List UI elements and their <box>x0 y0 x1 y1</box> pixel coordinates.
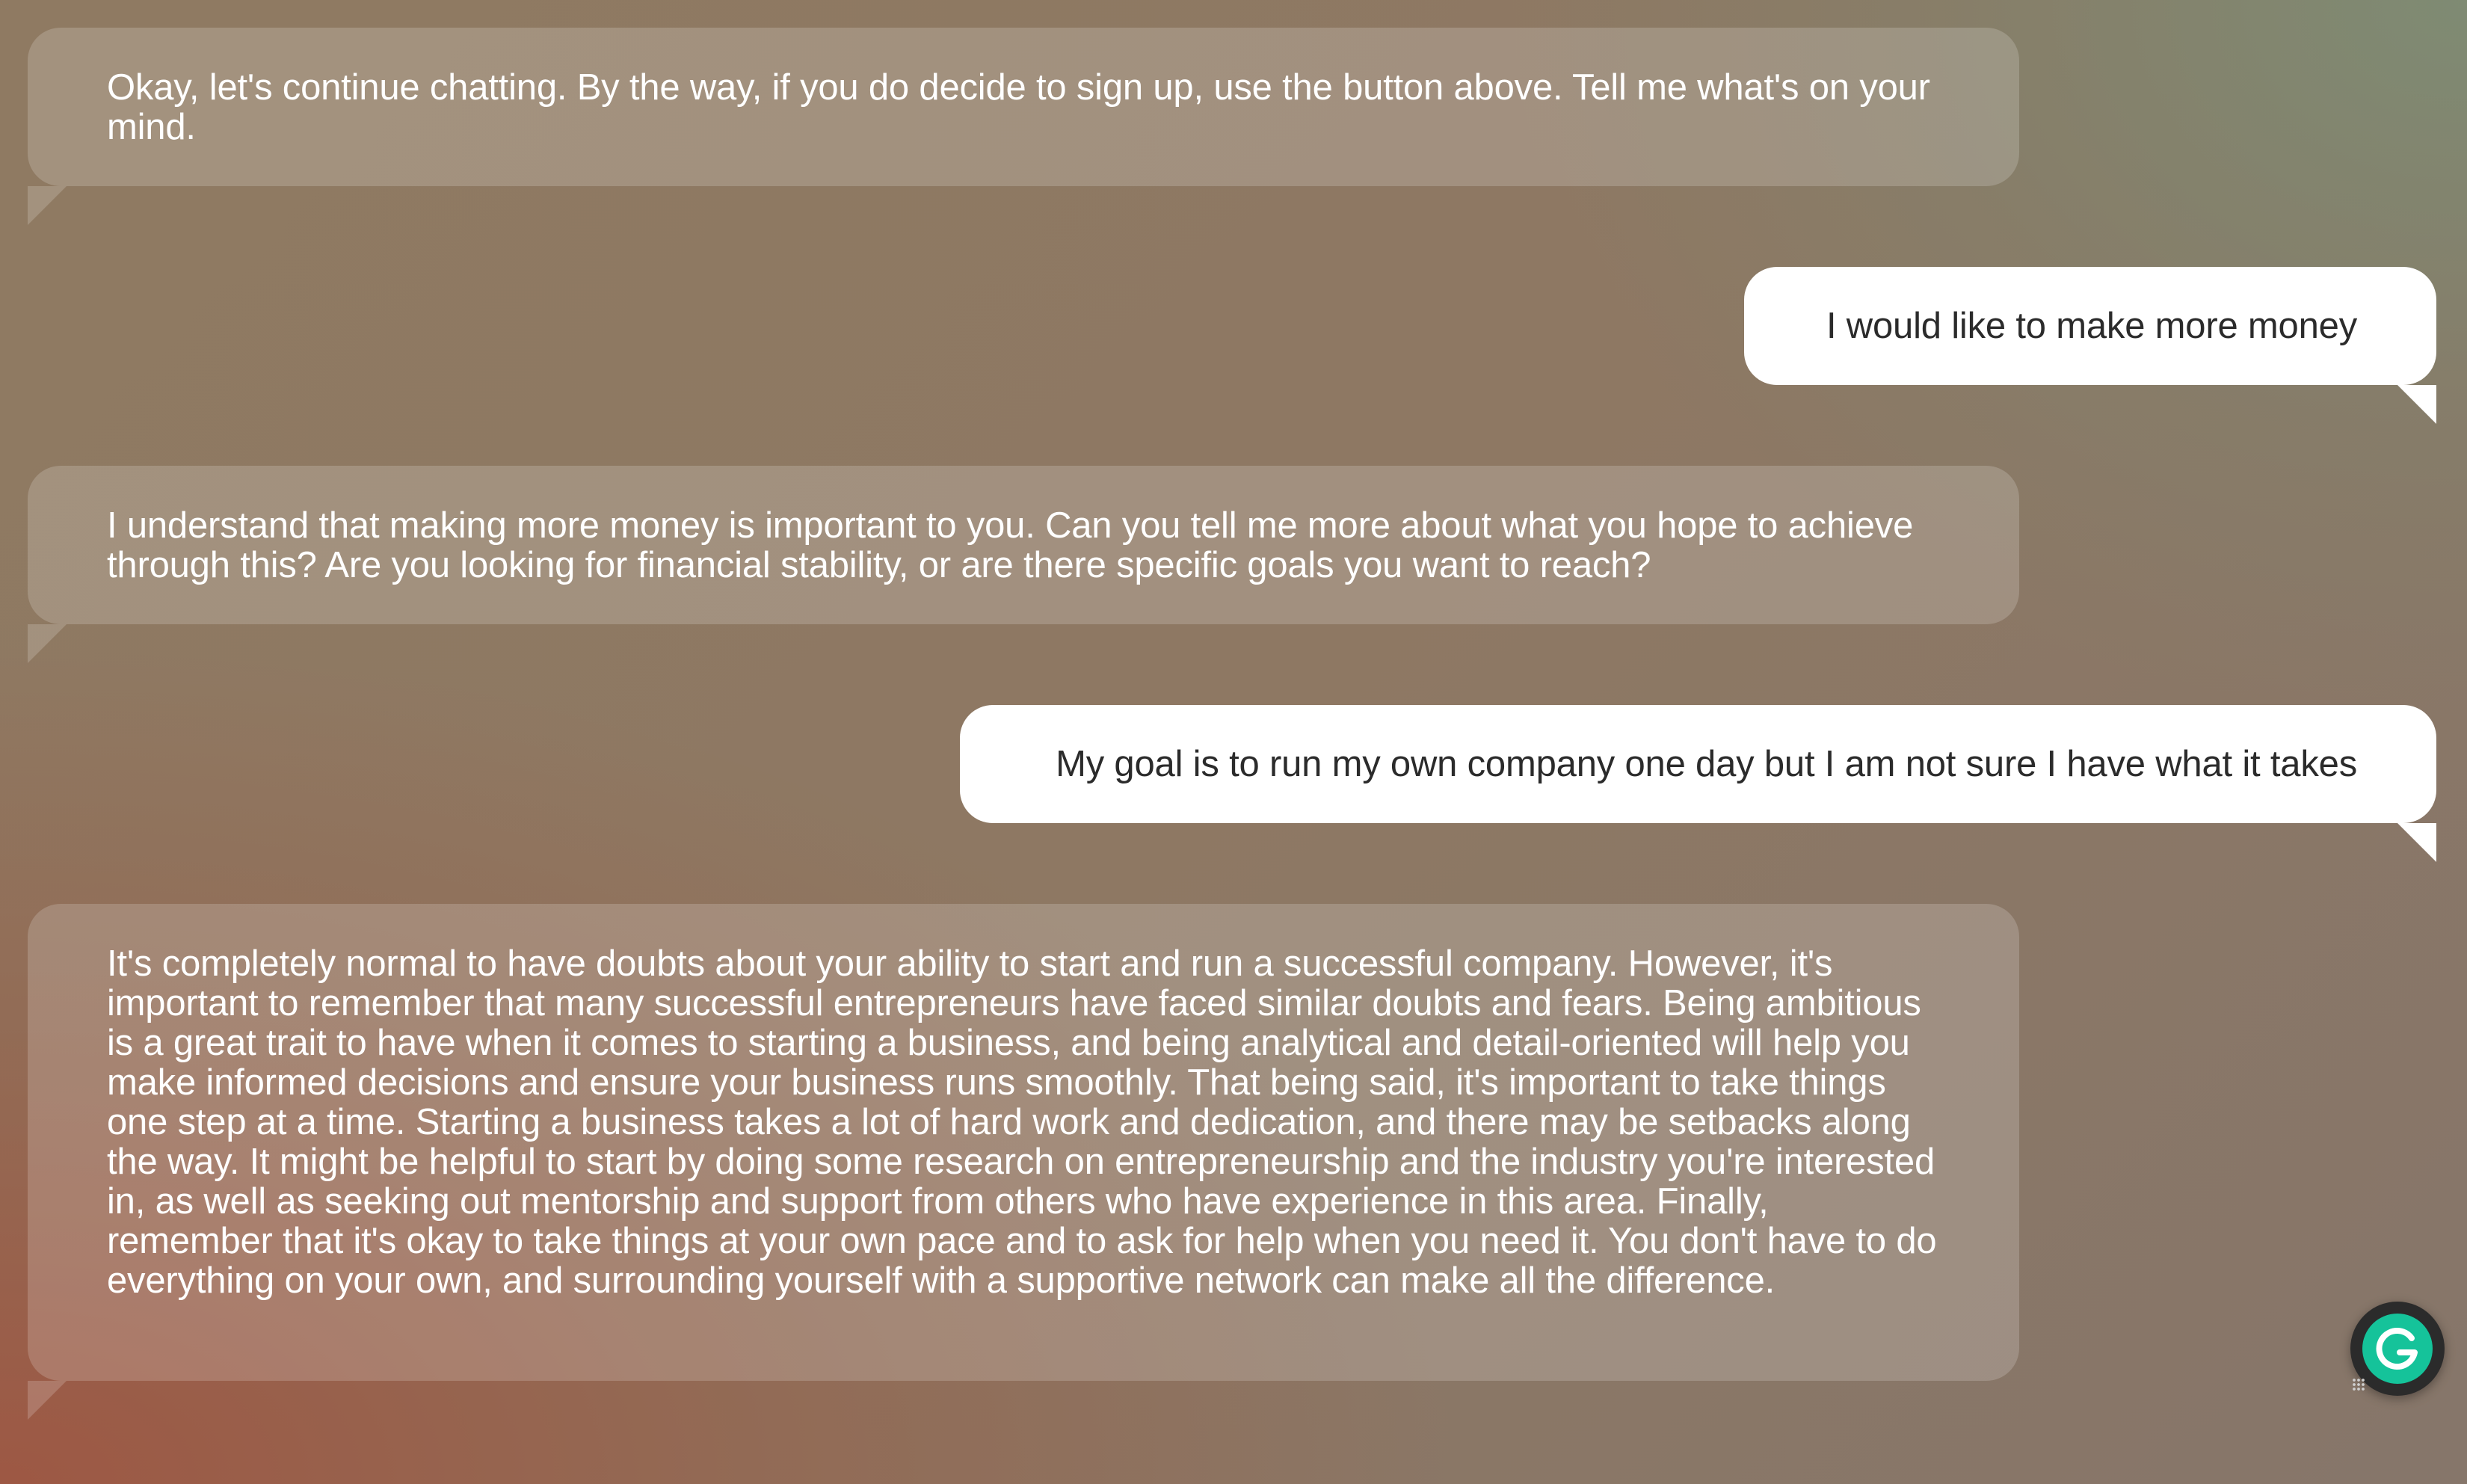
user-message: I would like to make more money <box>1744 267 2436 424</box>
assistant-message-text: Okay, let's continue chatting. By the wa… <box>107 67 1930 147</box>
grammarly-button[interactable] <box>2350 1302 2445 1396</box>
assistant-message-text: It's completely normal to have doubts ab… <box>107 943 1937 1301</box>
grammarly-g-icon <box>2362 1314 2433 1384</box>
user-message-text: I would like to make more money <box>1826 305 2357 346</box>
user-message: My goal is to run my own company one day… <box>960 705 2436 862</box>
chat-conversation: Okay, let's continue chatting. By the wa… <box>0 0 2467 1484</box>
assistant-message-text: I understand that making more money is i… <box>107 505 1914 585</box>
drag-handle-icon[interactable] <box>2352 1378 2365 1391</box>
assistant-message: I understand that making more money is i… <box>28 466 2019 663</box>
assistant-message: It's completely normal to have doubts ab… <box>28 904 2019 1420</box>
assistant-message: Okay, let's continue chatting. By the wa… <box>28 28 2019 225</box>
user-message-text: My goal is to run my own company one day… <box>1056 743 2357 784</box>
